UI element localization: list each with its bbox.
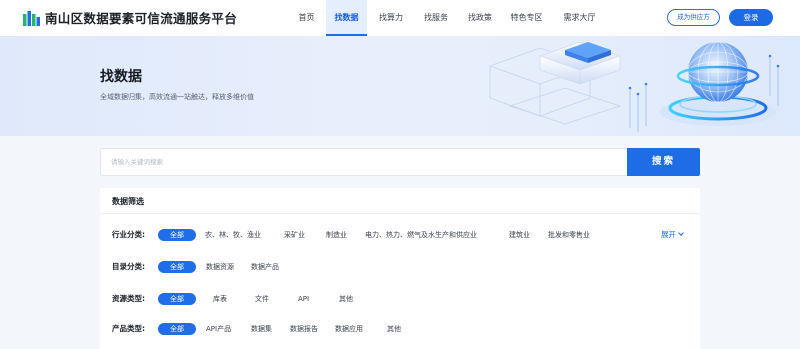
filter-option-product[interactable]: API产品 <box>206 323 231 335</box>
nav-find-data[interactable]: 找数据 <box>326 0 367 36</box>
filter-option-catalog[interactable]: 数据产品 <box>251 261 279 273</box>
filter-option-product[interactable]: 数据报告 <box>290 323 318 335</box>
search-button[interactable]: 搜索 <box>627 148 700 176</box>
search-box <box>100 148 628 176</box>
nav-demand-hall[interactable]: 需求大厅 <box>557 0 602 36</box>
become-supplier-button[interactable]: 成为供应方 <box>667 9 720 26</box>
filter-option-product-all[interactable]: 全部 <box>158 323 196 335</box>
top-header: 南山区数据要素可信流通服务平台 首页 找数据 找算力 找服务 找政策 特色专区 … <box>0 0 800 36</box>
filter-label-resource-type: 资源类型: <box>112 294 145 303</box>
filter-option-industry-all[interactable]: 全部 <box>158 229 196 241</box>
filter-label-industry: 行业分类: <box>112 230 145 239</box>
filter-option-resource[interactable]: 库表 <box>213 293 227 305</box>
filter-option-catalog[interactable]: 数据资源 <box>206 261 234 273</box>
nav-find-policy[interactable]: 找政策 <box>460 0 500 36</box>
expand-toggle[interactable]: 展开 <box>661 229 684 240</box>
filter-panel: 数据筛选 行业分类: 全部 农、林、牧、渔业 采矿业 制造业 电力、热力、燃气及… <box>100 188 700 349</box>
site-title[interactable]: 南山区数据要素可信流通服务平台 <box>45 8 237 27</box>
page-subtitle: 全域数据归集，高效流通一站触达，释放多维价值 <box>100 93 254 101</box>
nav-home[interactable]: 首页 <box>289 0 324 36</box>
nav-find-service[interactable]: 找服务 <box>416 0 456 36</box>
expand-label: 展开 <box>661 230 676 239</box>
filter-option-resource[interactable]: API <box>298 293 309 305</box>
logo-icon[interactable] <box>23 10 40 26</box>
hero-banner: 找数据 全域数据归集，高效流通一站触达，释放多维价值 <box>0 36 800 136</box>
filter-option-resource[interactable]: 文件 <box>255 293 269 305</box>
nav-special-zone[interactable]: 特色专区 <box>504 0 549 36</box>
filter-option-product[interactable]: 其他 <box>387 323 401 335</box>
login-button[interactable]: 登录 <box>729 9 773 26</box>
filter-option-resource-all[interactable]: 全部 <box>158 293 196 305</box>
data-globe-illustration <box>488 41 780 132</box>
filter-option-catalog-all[interactable]: 全部 <box>158 261 196 273</box>
filter-option-industry[interactable]: 制造业 <box>326 229 347 241</box>
filter-label-catalog: 目录分类: <box>112 262 145 271</box>
filter-option-industry[interactable]: 采矿业 <box>284 229 305 241</box>
search-input[interactable] <box>101 149 628 175</box>
filter-option-resource[interactable]: 其他 <box>339 293 353 305</box>
page-title: 找数据 <box>100 69 142 85</box>
filter-option-product[interactable]: 数据应用 <box>335 323 363 335</box>
filter-panel-title: 数据筛选 <box>112 197 144 206</box>
filter-label-product-type: 产品类型: <box>112 324 145 333</box>
filter-option-industry[interactable]: 农、林、牧、渔业 <box>205 229 261 241</box>
nav-find-compute[interactable]: 找算力 <box>371 0 411 36</box>
filter-option-industry[interactable]: 批发和零售业 <box>548 229 590 241</box>
filter-option-industry[interactable]: 电力、热力、燃气及水生产和供应业 <box>365 229 477 241</box>
filter-option-industry[interactable]: 建筑业 <box>509 229 530 241</box>
divider <box>100 213 700 214</box>
chevron-down-icon <box>678 230 684 236</box>
filter-option-product[interactable]: 数据集 <box>251 323 272 335</box>
